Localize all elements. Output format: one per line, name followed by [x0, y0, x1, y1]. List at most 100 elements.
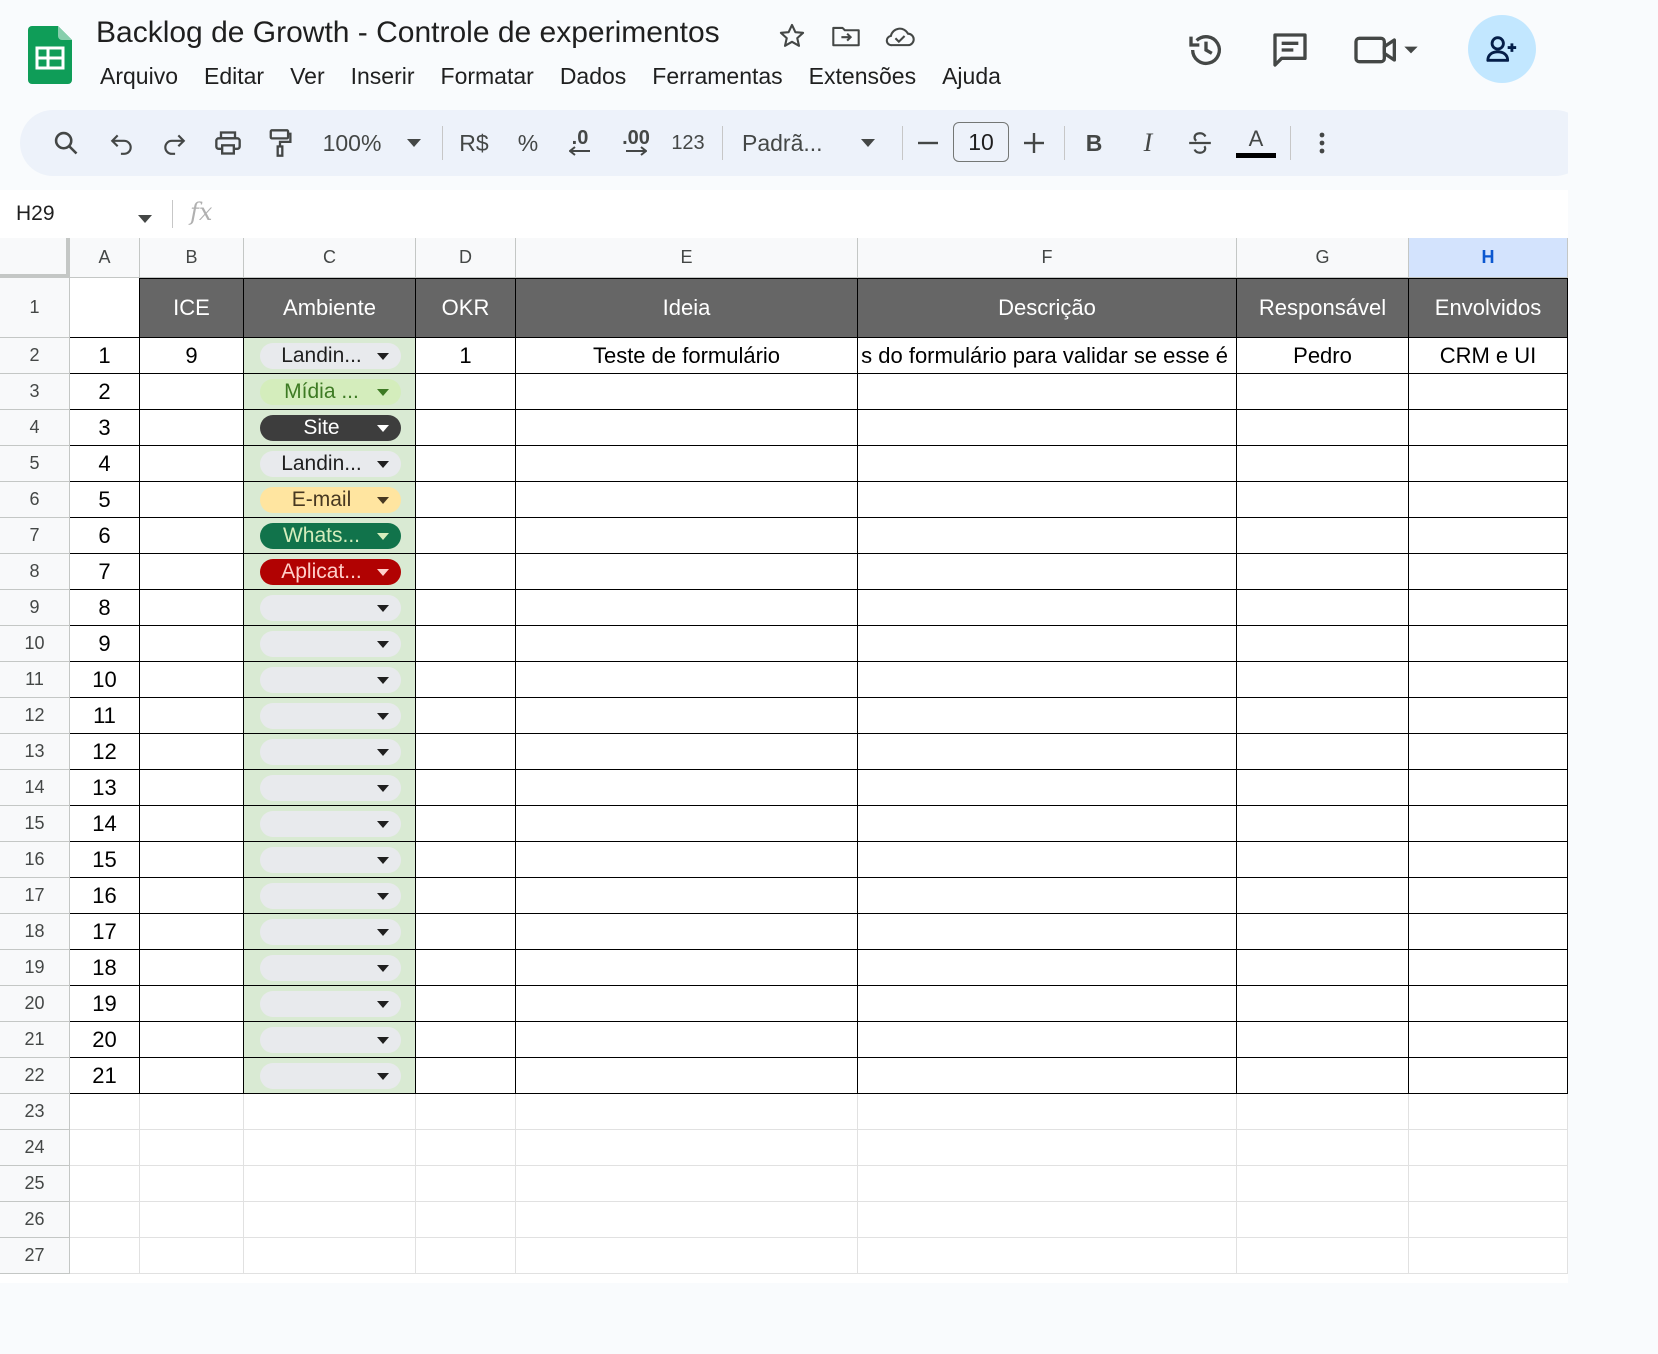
- cell-f4[interactable]: [858, 410, 1237, 446]
- cell-a13[interactable]: 12: [70, 734, 140, 770]
- cell-d18[interactable]: [416, 914, 516, 950]
- menu-formatar[interactable]: Formatar: [428, 60, 547, 92]
- decrease-decimal-button[interactable]: .0: [560, 110, 600, 176]
- cell-a23[interactable]: [70, 1094, 140, 1130]
- cell-a26[interactable]: [70, 1202, 140, 1238]
- cell-h8[interactable]: [1409, 554, 1568, 590]
- font-size-input[interactable]: 10: [953, 122, 1009, 162]
- row-header-19[interactable]: 19: [0, 950, 70, 986]
- column-header-e[interactable]: E: [516, 238, 858, 278]
- cell-g22[interactable]: [1237, 1058, 1409, 1094]
- header-cell-f[interactable]: Descrição: [858, 278, 1237, 338]
- cell-g23[interactable]: [1237, 1094, 1409, 1130]
- zoom-select[interactable]: 100%: [316, 110, 388, 176]
- cell-h19[interactable]: [1409, 950, 1568, 986]
- cell-c21[interactable]: [244, 1022, 416, 1058]
- cell-f25[interactable]: [858, 1166, 1237, 1202]
- cell-e21[interactable]: [516, 1022, 858, 1058]
- text-color-button[interactable]: A: [1234, 110, 1278, 176]
- cell-d12[interactable]: [416, 698, 516, 734]
- cell-e27[interactable]: [516, 1238, 858, 1274]
- row-header-4[interactable]: 4: [0, 410, 70, 446]
- undo-icon[interactable]: [102, 110, 142, 176]
- menu-dados[interactable]: Dados: [547, 60, 639, 92]
- ambiente-dropdown-chip[interactable]: [260, 595, 401, 621]
- row-header-20[interactable]: 20: [0, 986, 70, 1022]
- cell-d5[interactable]: [416, 446, 516, 482]
- cell-a20[interactable]: 19: [70, 986, 140, 1022]
- menu-editar[interactable]: Editar: [191, 60, 277, 92]
- cell-e3[interactable]: [516, 374, 858, 410]
- cell-a2[interactable]: 1: [70, 338, 140, 374]
- cell-c8[interactable]: Aplicat...: [244, 554, 416, 590]
- row-header-14[interactable]: 14: [0, 770, 70, 806]
- row-header-12[interactable]: 12: [0, 698, 70, 734]
- cell-f24[interactable]: [858, 1130, 1237, 1166]
- zoom-chevron-down-icon[interactable]: [402, 110, 426, 176]
- cell-e8[interactable]: [516, 554, 858, 590]
- version-history-icon[interactable]: [1180, 18, 1232, 82]
- cell-d25[interactable]: [416, 1166, 516, 1202]
- cell-b14[interactable]: [140, 770, 244, 806]
- italic-button[interactable]: I: [1130, 110, 1166, 176]
- cell-d7[interactable]: [416, 518, 516, 554]
- cell-d10[interactable]: [416, 626, 516, 662]
- bold-button[interactable]: B: [1076, 110, 1112, 176]
- ambiente-dropdown-chip[interactable]: [260, 847, 401, 873]
- cell-h7[interactable]: [1409, 518, 1568, 554]
- cell-c15[interactable]: [244, 806, 416, 842]
- cell-g24[interactable]: [1237, 1130, 1409, 1166]
- cell-c22[interactable]: [244, 1058, 416, 1094]
- cell-b9[interactable]: [140, 590, 244, 626]
- ambiente-dropdown-chip[interactable]: [260, 991, 401, 1017]
- decrease-font-size-icon[interactable]: [910, 110, 946, 176]
- paint-format-icon[interactable]: [260, 110, 300, 176]
- share-button[interactable]: [1468, 15, 1536, 83]
- row-header-2[interactable]: 2: [0, 338, 70, 374]
- ambiente-dropdown-chip[interactable]: [260, 1063, 401, 1089]
- cell-c26[interactable]: [244, 1202, 416, 1238]
- cell-h11[interactable]: [1409, 662, 1568, 698]
- font-chevron-down-icon[interactable]: [856, 110, 880, 176]
- search-icon[interactable]: [46, 110, 86, 176]
- cell-b16[interactable]: [140, 842, 244, 878]
- cell-g3[interactable]: [1237, 374, 1409, 410]
- cell-d8[interactable]: [416, 554, 516, 590]
- cell-e24[interactable]: [516, 1130, 858, 1166]
- ambiente-dropdown-chip[interactable]: [260, 883, 401, 909]
- cell-g8[interactable]: [1237, 554, 1409, 590]
- cell-g14[interactable]: [1237, 770, 1409, 806]
- cell-c23[interactable]: [244, 1094, 416, 1130]
- cell-f23[interactable]: [858, 1094, 1237, 1130]
- cell-h3[interactable]: [1409, 374, 1568, 410]
- cell-e17[interactable]: [516, 878, 858, 914]
- row-header-9[interactable]: 9: [0, 590, 70, 626]
- cell-a9[interactable]: 8: [70, 590, 140, 626]
- cell-h18[interactable]: [1409, 914, 1568, 950]
- ambiente-dropdown-chip[interactable]: [260, 1027, 401, 1053]
- menu-ver[interactable]: Ver: [277, 60, 338, 92]
- row-header-17[interactable]: 17: [0, 878, 70, 914]
- header-cell-h[interactable]: Envolvidos: [1409, 278, 1568, 338]
- cell-c5[interactable]: Landin...: [244, 446, 416, 482]
- cell-d4[interactable]: [416, 410, 516, 446]
- cell-b10[interactable]: [140, 626, 244, 662]
- cell-b19[interactable]: [140, 950, 244, 986]
- star-icon[interactable]: [776, 20, 808, 52]
- cell-a4[interactable]: 3: [70, 410, 140, 446]
- cell-h25[interactable]: [1409, 1166, 1568, 1202]
- cell-a6[interactable]: 5: [70, 482, 140, 518]
- cell-b15[interactable]: [140, 806, 244, 842]
- header-cell-a[interactable]: [70, 278, 140, 338]
- ambiente-dropdown-chip[interactable]: Mídia ...: [260, 379, 401, 405]
- cell-a16[interactable]: 15: [70, 842, 140, 878]
- cell-e4[interactable]: [516, 410, 858, 446]
- cell-c3[interactable]: Mídia ...: [244, 374, 416, 410]
- cell-e5[interactable]: [516, 446, 858, 482]
- row-header-24[interactable]: 24: [0, 1130, 70, 1166]
- cell-d2[interactable]: 1: [416, 338, 516, 374]
- cell-a18[interactable]: 17: [70, 914, 140, 950]
- cell-b11[interactable]: [140, 662, 244, 698]
- cell-d27[interactable]: [416, 1238, 516, 1274]
- font-select[interactable]: Padrã...: [742, 110, 842, 176]
